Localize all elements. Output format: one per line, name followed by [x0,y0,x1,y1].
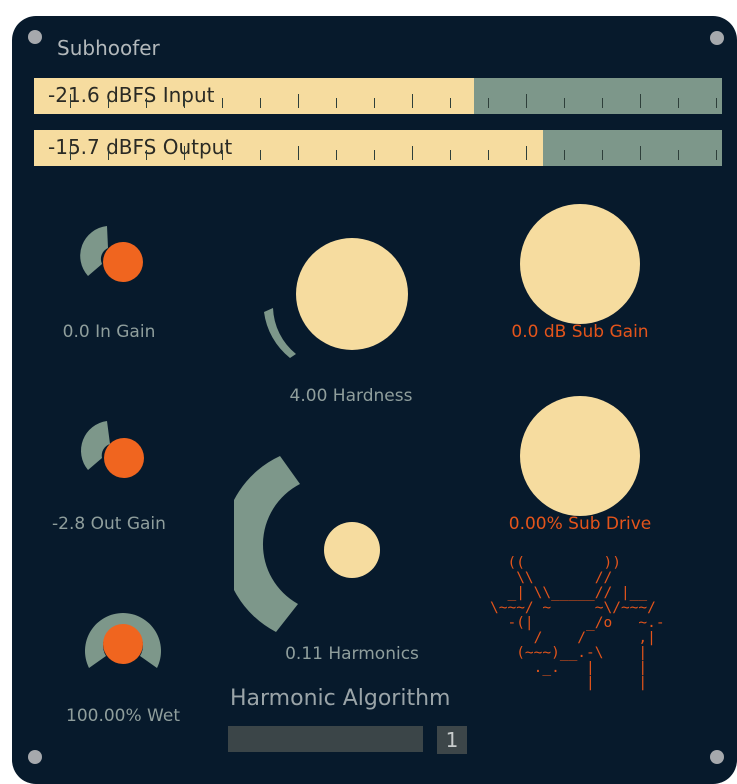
meter-tick [260,150,261,160]
meter-tick [412,146,413,160]
screw-icon [710,31,724,45]
sub-drive-knob[interactable] [518,394,642,518]
meter-tick [146,98,147,108]
wet-knob[interactable] [80,606,166,682]
plugin-panel: Subhoofer -21.6 dBFS Input -15.7 dBFS Ou… [12,16,737,784]
meter-tick [298,146,299,160]
meter-tick [488,150,489,160]
sub-drive-label: 0.00% Sub Drive [508,514,652,534]
meter-tick [716,98,717,108]
meter-tick [640,94,641,108]
meter-tick [564,150,565,160]
screw-icon [28,750,42,764]
meter-tick [716,150,717,160]
meter-tick [336,98,337,108]
meter-tick [526,94,527,108]
meter-tick [526,146,527,160]
wet-label: 100.00% Wet [66,706,180,726]
meter-tick [146,150,147,160]
plugin-title: Subhoofer [57,36,160,60]
meter-tick [260,98,261,108]
out-gain-label: -2.8 Out Gain [52,514,166,534]
hardness-label: 4.00 Hardness [289,386,413,406]
output-level-meter: -15.7 dBFS Output [34,130,722,166]
meter-tick [70,94,71,108]
in-gain-knob[interactable] [70,214,150,294]
meter-tick [336,150,337,160]
meter-tick [602,98,603,108]
meter-tick [70,146,71,160]
meter-tick [564,98,565,108]
meter-tick [450,98,451,108]
meter-tick [374,98,375,108]
harmonic-algorithm-slider[interactable] [228,726,423,752]
hardness-knob[interactable] [258,236,418,366]
harmonic-algorithm-title: Harmonic Algorithm [230,686,451,711]
meter-tick [412,94,413,108]
meter-tick [488,98,489,108]
meter-tick [222,150,223,160]
in-gain-label: 0.0 In Gain [62,322,156,342]
meter-tick [602,150,603,160]
sub-gain-knob[interactable] [518,202,642,326]
harmonic-algorithm-value[interactable]: 1 [437,726,467,754]
meter-tick [678,150,679,160]
meter-tick [108,98,109,108]
screw-icon [710,750,724,764]
meter-tick [184,94,185,108]
meter-tick [184,146,185,160]
meter-tick [678,98,679,108]
meter-tick [640,146,641,160]
out-gain-knob[interactable] [70,410,150,490]
deer-logo: (( )) \\ // _| \\_____// |__ \~~~/ ~ ~\/… [490,555,665,691]
meter-tick [374,150,375,160]
screw-icon [28,30,42,44]
meter-tick [222,98,223,108]
sub-gain-label: 0.0 dB Sub Gain [511,322,649,342]
meter-tick [108,150,109,160]
meter-tick [450,150,451,160]
input-meter-label: -21.6 dBFS Input [48,83,215,107]
output-meter-label: -15.7 dBFS Output [48,135,233,159]
meter-tick [298,94,299,108]
harmonics-label: 0.11 Harmonics [285,644,419,664]
input-level-meter: -21.6 dBFS Input [34,78,722,114]
harmonics-knob[interactable] [234,456,414,636]
